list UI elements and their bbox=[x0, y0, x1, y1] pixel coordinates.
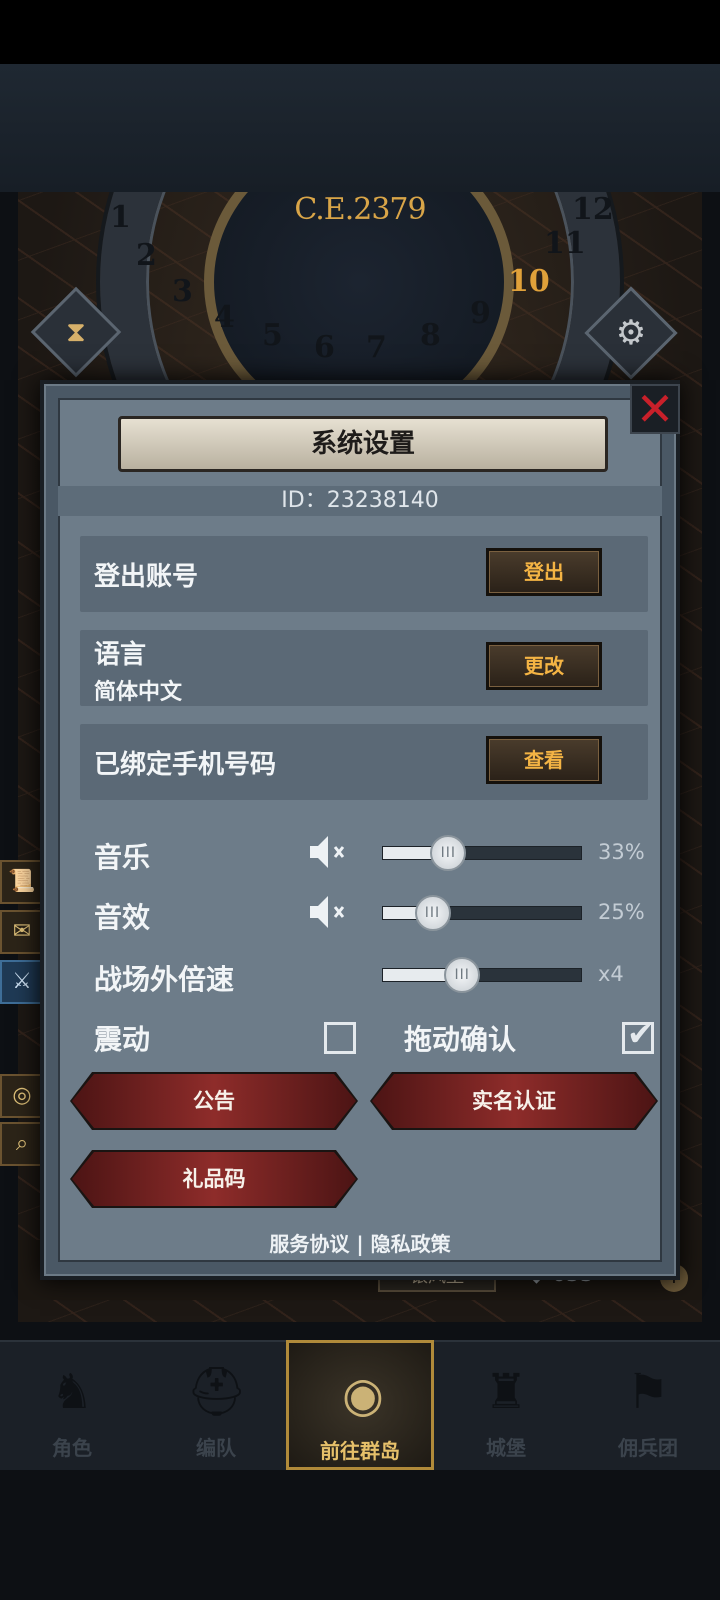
hourglass-icon: ⧗ bbox=[66, 315, 86, 348]
phone-label: 已绑定手机号码 bbox=[94, 750, 277, 780]
nav-label: 编队 bbox=[196, 1436, 236, 1460]
dial-number: 4 bbox=[214, 300, 235, 335]
sfx-slider[interactable]: III bbox=[382, 895, 582, 931]
dialog-panel bbox=[58, 398, 662, 1262]
sfx-slider-knob[interactable]: III bbox=[414, 895, 451, 931]
dial-number-active: 10 bbox=[508, 264, 550, 299]
nav-label: 角色 bbox=[52, 1436, 92, 1460]
privacy-link[interactable]: 隐私政策 bbox=[371, 1232, 451, 1256]
nav-item-character[interactable]: ♞ 角色 bbox=[0, 1340, 144, 1470]
system-nav-area bbox=[0, 1470, 720, 1600]
dial-number: 1 bbox=[110, 200, 131, 235]
music-label: 音乐 bbox=[94, 841, 151, 874]
nav-item-formation[interactable]: ⛑ 编队 bbox=[144, 1340, 288, 1470]
vibration-label: 震动 bbox=[94, 1023, 151, 1056]
close-icon: ✕ bbox=[635, 382, 675, 436]
realname-button[interactable]: 实名认证 bbox=[372, 1074, 656, 1128]
links-separator: | bbox=[356, 1232, 364, 1256]
logout-button[interactable]: 登出 bbox=[486, 548, 602, 596]
sfx-mute-icon[interactable] bbox=[308, 894, 352, 930]
language-row: 语言 简体中文 更改 bbox=[80, 630, 648, 706]
music-percent: 33% bbox=[598, 840, 645, 864]
globe-icon: ◉ bbox=[342, 1367, 384, 1423]
logout-row: 登出账号 登出 bbox=[80, 536, 648, 612]
dial-number: 6 bbox=[314, 330, 335, 365]
dial-number: 12 bbox=[572, 192, 614, 227]
vibration-checkbox[interactable] bbox=[324, 1022, 356, 1054]
dial-number: 8 bbox=[420, 318, 441, 353]
sfx-percent: 25% bbox=[598, 900, 645, 924]
dial-number: 3 bbox=[172, 274, 193, 309]
speed-value: x4 bbox=[598, 962, 624, 986]
view-phone-button[interactable]: 查看 bbox=[486, 736, 602, 784]
nav-item-castle[interactable]: ♜ 城堡 bbox=[434, 1340, 578, 1470]
change-language-button[interactable]: 更改 bbox=[486, 642, 602, 690]
phone-row: 已绑定手机号码 查看 bbox=[80, 724, 648, 800]
speed-slider-knob[interactable]: III bbox=[444, 957, 481, 993]
search-icon[interactable]: ⌕ bbox=[0, 1122, 44, 1166]
dial-number: 5 bbox=[262, 318, 283, 353]
dial-number: 7 bbox=[366, 330, 387, 365]
drag-confirm-checkbox[interactable] bbox=[622, 1015, 654, 1054]
target-icon[interactable]: ◎ bbox=[0, 1074, 44, 1118]
nav-label: 佣兵团 bbox=[618, 1436, 678, 1460]
helmet-icon: ⛑ bbox=[186, 1364, 247, 1420]
nav-item-mercenaries[interactable]: ⚑ 佣兵团 bbox=[576, 1340, 720, 1470]
nav-label: 城堡 bbox=[486, 1436, 526, 1460]
gear-icon: ⚙ bbox=[615, 313, 647, 353]
scroll-icon[interactable]: 📜 bbox=[0, 860, 44, 904]
speed-label: 战场外倍速 bbox=[94, 963, 235, 996]
logout-label: 登出账号 bbox=[94, 562, 199, 592]
castle-icon: ♜ bbox=[484, 1364, 528, 1420]
top-dim-band bbox=[0, 64, 720, 192]
dialog-title: 系统设置 bbox=[118, 416, 608, 472]
gift-code-button[interactable]: 礼品码 bbox=[72, 1152, 356, 1206]
notice-button[interactable]: 公告 bbox=[72, 1074, 356, 1128]
player-id: ID：23238140 bbox=[58, 486, 662, 516]
letter-icon[interactable]: ✉ bbox=[0, 910, 44, 954]
terms-link[interactable]: 服务协议 bbox=[269, 1232, 349, 1256]
language-label: 语言 bbox=[94, 640, 147, 670]
language-value: 简体中文 bbox=[94, 680, 183, 705]
dial-number: 11 bbox=[544, 226, 586, 261]
dial-number: 2 bbox=[136, 238, 157, 273]
close-button[interactable]: ✕ bbox=[630, 384, 680, 434]
nav-label: 前往群岛 bbox=[320, 1439, 400, 1463]
speed-slider[interactable]: III bbox=[382, 957, 582, 993]
music-mute-icon[interactable] bbox=[308, 834, 352, 870]
swords-icon[interactable]: ⚔ bbox=[0, 960, 44, 1004]
legal-links: 服务协议 | 隐私政策 bbox=[0, 1228, 720, 1257]
music-slider[interactable]: III bbox=[382, 835, 582, 871]
sfx-label: 音效 bbox=[94, 901, 151, 934]
dial-number: 9 bbox=[470, 296, 491, 331]
banner-icon: ⚑ bbox=[626, 1364, 670, 1420]
drag-confirm-label: 拖动确认 bbox=[404, 1023, 517, 1056]
status-bar bbox=[0, 0, 720, 64]
nav-item-islands[interactable]: ◉ 前往群岛 bbox=[286, 1340, 434, 1470]
knight-icon: ♞ bbox=[50, 1364, 94, 1420]
